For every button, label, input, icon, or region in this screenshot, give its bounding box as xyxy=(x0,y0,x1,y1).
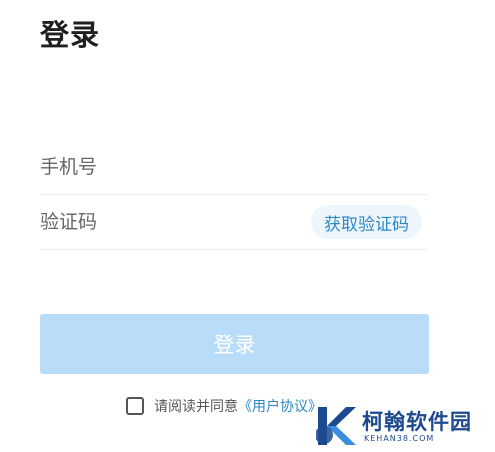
get-code-button[interactable]: 获取验证码 xyxy=(311,205,422,239)
watermark-name: 柯翰软件园 xyxy=(362,409,472,434)
kehan-logo-icon xyxy=(315,403,358,449)
watermark-text: 柯翰软件园 KEHAN38.COM xyxy=(362,410,472,443)
agreement-checkbox[interactable] xyxy=(126,397,144,415)
agreement-row: 请阅读并同意 《用户协议》 xyxy=(126,396,322,416)
watermark: 柯翰软件园 KEHAN38.COM xyxy=(315,400,495,452)
login-page: 登录 获取验证码 登录 请阅读并同意 《用户协议》 柯翰软件园 KEHAN38.… xyxy=(0,0,495,452)
phone-input[interactable] xyxy=(40,152,428,182)
verification-code-field: 获取验证码 xyxy=(40,195,428,250)
phone-field xyxy=(40,140,428,195)
watermark-domain: KEHAN38.COM xyxy=(364,433,435,443)
agreement-prefix: 请阅读并同意 xyxy=(154,399,238,415)
page-title: 登录 xyxy=(40,18,101,52)
user-agreement-link[interactable]: 《用户协议》 xyxy=(238,396,322,416)
login-button[interactable]: 登录 xyxy=(40,314,429,374)
